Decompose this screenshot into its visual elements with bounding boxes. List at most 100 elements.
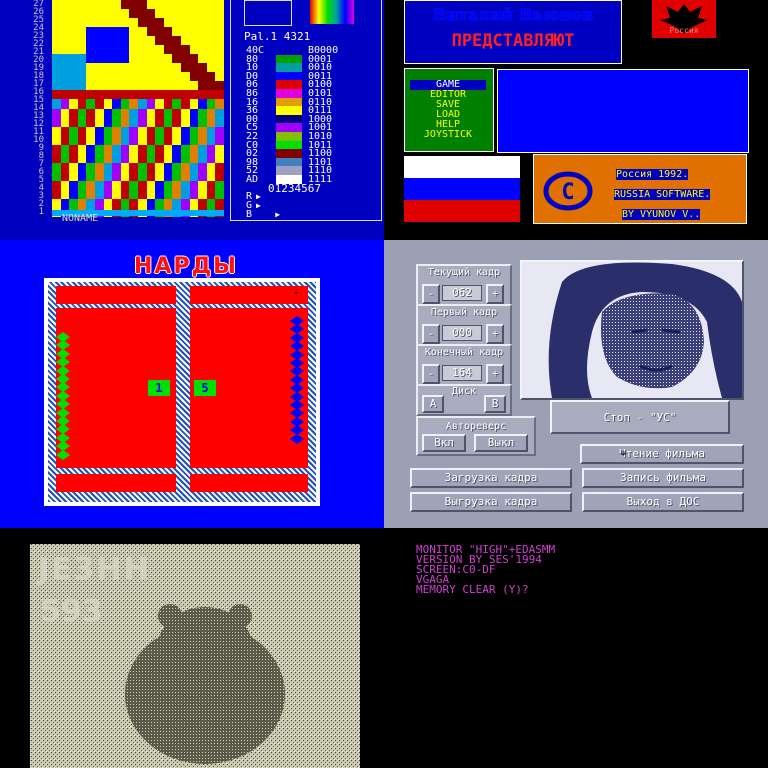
pixel-cell[interactable] — [69, 54, 78, 64]
first-frame-plus-button[interactable]: + — [486, 324, 504, 344]
pixel-cell[interactable] — [69, 36, 78, 46]
pixel-cell[interactable] — [95, 171, 104, 181]
pixel-cell[interactable] — [155, 27, 164, 37]
pixel-cell[interactable] — [155, 18, 164, 28]
pixel-cell[interactable] — [172, 135, 181, 145]
menu-item-joystick[interactable]: JOYSTICK — [410, 130, 486, 140]
pixel-cell[interactable] — [120, 117, 130, 127]
pixel-cell[interactable] — [215, 54, 224, 64]
pixel-cell[interactable] — [103, 99, 113, 109]
pixel-cell[interactable] — [206, 45, 216, 55]
pixel-cell[interactable] — [155, 90, 164, 100]
pixel-cell[interactable] — [198, 36, 207, 46]
pixel-cell[interactable] — [86, 171, 95, 181]
pixel-cell[interactable] — [69, 108, 78, 118]
pixel-cell[interactable] — [95, 27, 104, 37]
pixel-cell[interactable] — [206, 171, 216, 181]
pixel-cell[interactable] — [129, 0, 138, 10]
pixel-cell[interactable] — [52, 189, 61, 199]
pixel-cell[interactable] — [181, 0, 190, 10]
pixel-cell[interactable] — [172, 54, 181, 64]
pixel-cell[interactable] — [198, 99, 207, 109]
pixel-cell[interactable] — [60, 162, 70, 172]
pixel-cell[interactable] — [163, 180, 173, 190]
pixel-cell[interactable] — [138, 180, 147, 190]
pixel-cell[interactable] — [215, 0, 224, 10]
pixel-cell[interactable] — [103, 135, 113, 145]
pixel-cell[interactable] — [215, 135, 224, 145]
pixel-cell[interactable] — [95, 117, 104, 127]
pixel-cell[interactable] — [95, 198, 104, 208]
pixel-cell[interactable] — [163, 108, 173, 118]
pixel-cell[interactable] — [146, 198, 156, 208]
pixel-cell[interactable] — [120, 0, 130, 10]
pixel-cell[interactable] — [172, 81, 181, 91]
pixel-cell[interactable] — [69, 63, 78, 73]
pixel-cell[interactable] — [52, 153, 61, 163]
pixel-cell[interactable] — [77, 72, 87, 82]
pixel-cell[interactable] — [103, 9, 113, 19]
pixel-cell[interactable] — [172, 171, 181, 181]
pixel-cell[interactable] — [112, 0, 121, 10]
pixel-cell[interactable] — [86, 180, 95, 190]
pixel-cell[interactable] — [86, 198, 95, 208]
pixel-cell[interactable] — [120, 162, 130, 172]
pixel-cell[interactable] — [206, 180, 216, 190]
pixel-cell[interactable] — [60, 135, 70, 145]
monitor-line-5[interactable]: MEMORY CLEAR (Y)? — [416, 584, 529, 595]
pixel-cell[interactable] — [163, 81, 173, 91]
pixel-cell[interactable] — [215, 90, 224, 100]
pixel-cell[interactable] — [189, 18, 199, 28]
pixel-cell[interactable] — [206, 117, 216, 127]
pixel-cell[interactable] — [129, 99, 138, 109]
pixel-cell[interactable] — [129, 90, 138, 100]
pixel-cell[interactable] — [86, 81, 95, 91]
pixel-cell[interactable] — [155, 144, 164, 154]
pixel-cell[interactable] — [52, 135, 61, 145]
pixel-cell[interactable] — [112, 81, 121, 91]
pixel-cell[interactable] — [120, 36, 130, 46]
pixel-cell[interactable] — [129, 153, 138, 163]
pixel-cell[interactable] — [146, 63, 156, 73]
pixel-cell[interactable] — [198, 45, 207, 55]
pixel-cell[interactable] — [215, 72, 224, 82]
pixel-cell[interactable] — [146, 72, 156, 82]
pixel-cell[interactable] — [138, 162, 147, 172]
last-frame-minus-button[interactable]: - — [422, 364, 440, 384]
pixel-cell[interactable] — [198, 0, 207, 10]
pixel-cell[interactable] — [129, 45, 138, 55]
pixel-cell[interactable] — [181, 99, 190, 109]
pixel-cell[interactable] — [206, 27, 216, 37]
pixel-cell[interactable] — [189, 126, 199, 136]
pixel-cell[interactable] — [146, 108, 156, 118]
autoreverse-off-button[interactable]: Выкл — [474, 434, 528, 452]
pixel-cell[interactable] — [138, 81, 147, 91]
pixel-cell[interactable] — [52, 0, 61, 10]
pixel-cell[interactable] — [103, 54, 113, 64]
rgb-pointer-icons[interactable]: ▶ ▶ ▶ — [256, 192, 280, 219]
pixel-cell[interactable] — [77, 153, 87, 163]
pixel-cell[interactable] — [198, 144, 207, 154]
pixel-cell[interactable] — [86, 135, 95, 145]
pixel-cell[interactable] — [155, 108, 164, 118]
pixel-cell[interactable] — [181, 108, 190, 118]
die-2[interactable]: 5 — [194, 380, 216, 396]
pixel-cell[interactable] — [77, 54, 87, 64]
pixel-cell[interactable] — [129, 18, 138, 28]
pixel-cell[interactable] — [103, 36, 113, 46]
pixel-cell[interactable] — [86, 27, 95, 37]
pixel-cell[interactable] — [198, 9, 207, 19]
pixel-cell[interactable] — [189, 198, 199, 208]
pixel-cell[interactable] — [52, 81, 61, 91]
pixel-cell[interactable] — [69, 27, 78, 37]
pixel-cell[interactable] — [189, 9, 199, 19]
pixel-cell[interactable] — [60, 108, 70, 118]
pixel-cell[interactable] — [181, 27, 190, 37]
pixel-cell[interactable] — [146, 99, 156, 109]
pixel-cell[interactable] — [86, 108, 95, 118]
pixel-cell[interactable] — [52, 90, 61, 100]
pixel-cell[interactable] — [181, 162, 190, 172]
pixel-cell[interactable] — [146, 153, 156, 163]
pixel-cell[interactable] — [95, 135, 104, 145]
pixel-cell[interactable] — [155, 126, 164, 136]
